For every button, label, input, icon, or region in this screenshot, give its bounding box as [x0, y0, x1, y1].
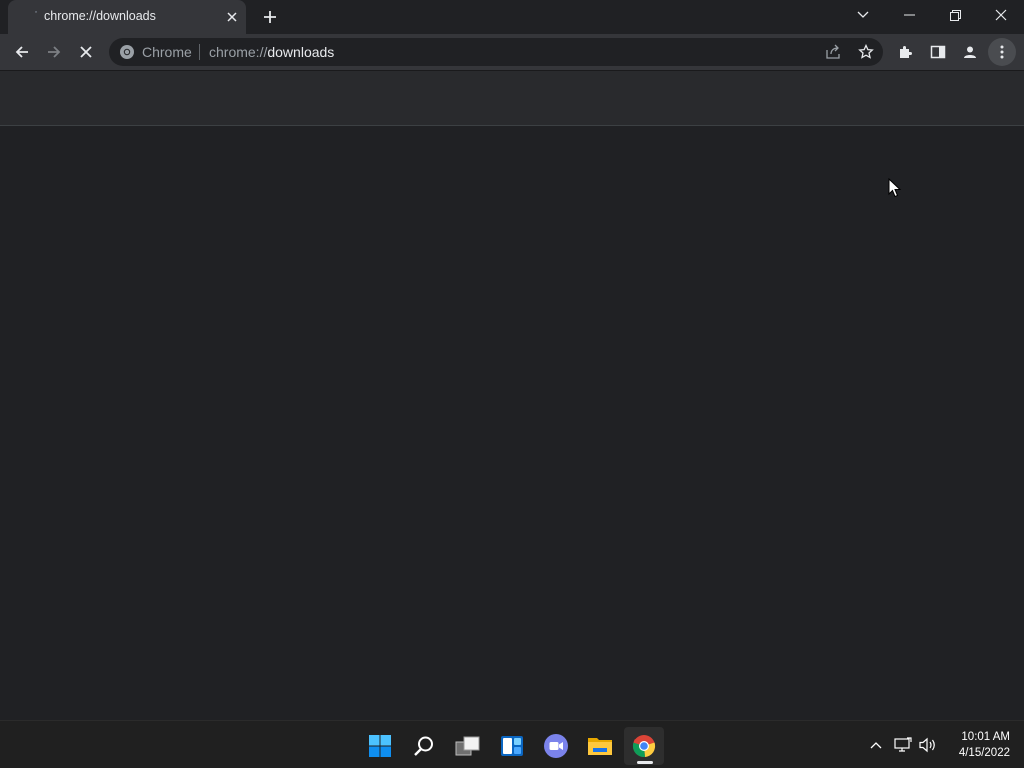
url-scheme: chrome://: [209, 44, 268, 60]
url-host: downloads: [267, 44, 335, 60]
tab-close-icon[interactable]: [224, 9, 240, 25]
url-text: chrome://downloads: [209, 44, 334, 60]
origin-chip-label: Chrome: [142, 44, 192, 60]
forward-button[interactable]: [40, 38, 68, 66]
stop-loading-button[interactable]: [72, 38, 100, 66]
page-content-area: [0, 127, 1024, 720]
side-panel-icon[interactable]: [924, 38, 952, 66]
downloads-page-header: [0, 71, 1024, 126]
back-button[interactable]: [8, 38, 36, 66]
loading-favicon-icon: [28, 9, 44, 25]
tab-title: chrome://downloads: [44, 9, 156, 23]
network-icon[interactable]: [891, 733, 915, 757]
chrome-active-indicator: [637, 761, 653, 764]
tab-downloads[interactable]: chrome://downloads: [8, 0, 246, 34]
windows-taskbar: 10:01 AM 4/15/2022: [0, 720, 1024, 768]
widgets-icon[interactable]: [492, 727, 532, 765]
new-tab-button[interactable]: [258, 6, 282, 28]
clock-date: 4/15/2022: [958, 747, 1010, 759]
task-view-icon[interactable]: [448, 727, 488, 765]
chrome-logo-icon: [119, 44, 135, 60]
start-windows-logo-icon[interactable]: [360, 727, 400, 765]
system-clock[interactable]: 10:01 AM 4/15/2022: [944, 729, 1010, 761]
tab-search-button[interactable]: [840, 0, 886, 30]
restore-button[interactable]: [932, 0, 978, 30]
mouse-pointer-icon: [888, 177, 902, 198]
share-icon[interactable]: [824, 43, 842, 61]
origin-separator: [199, 44, 200, 60]
address-bar[interactable]: Chrome chrome://downloads: [109, 38, 883, 66]
chrome-taskbar-icon[interactable]: [624, 727, 664, 765]
clock-time: 10:01 AM: [961, 731, 1010, 743]
search-icon[interactable]: [404, 727, 444, 765]
teams-chat-icon[interactable]: [536, 727, 576, 765]
file-explorer-folder-icon[interactable]: [580, 727, 620, 765]
show-hidden-icons-chevron-icon[interactable]: [864, 733, 888, 757]
bookmark-star-icon[interactable]: [857, 43, 875, 61]
chrome-menu-kebab-icon[interactable]: [988, 38, 1016, 66]
profile-avatar-icon[interactable]: [956, 38, 984, 66]
close-window-button[interactable]: [978, 0, 1024, 30]
title-bar: chrome://downloads: [0, 0, 1024, 34]
volume-speaker-icon[interactable]: [916, 733, 940, 757]
extensions-puzzle-icon[interactable]: [892, 38, 920, 66]
minimize-button[interactable]: [886, 0, 932, 30]
